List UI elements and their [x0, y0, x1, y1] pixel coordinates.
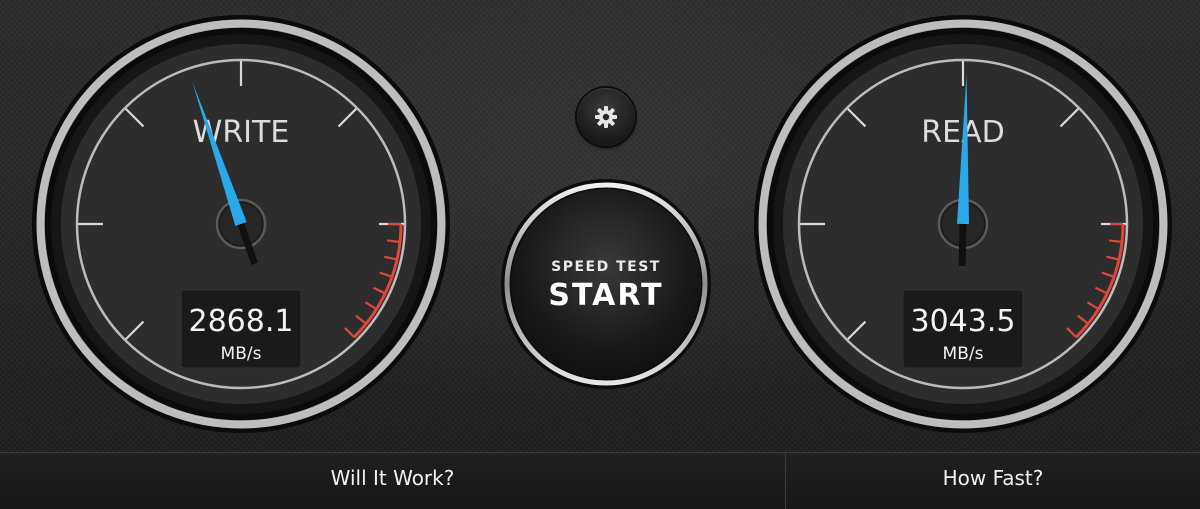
start-button[interactable]: SPEED TEST START	[499, 177, 713, 391]
read-needle-tail	[958, 223, 967, 267]
bottom-bar: Will It Work? How Fast?	[0, 452, 1200, 509]
start-button-label: START	[548, 278, 664, 313]
read-unit: MB/s	[943, 344, 984, 364]
write-unit: MB/s	[221, 344, 262, 364]
read-redline-tick	[1108, 239, 1123, 244]
write-gauge-dial: WRITE 2868.1 MB/s	[32, 15, 450, 433]
write-value: 2868.1	[189, 304, 294, 339]
settings-button[interactable]	[577, 88, 635, 146]
read-gauge-dial: READ 3043.5 MB/s	[754, 15, 1172, 433]
write-redline-tick	[386, 239, 401, 244]
gear-icon	[595, 106, 617, 128]
will-it-work-button[interactable]: Will It Work?	[0, 453, 785, 509]
read-value: 3043.5	[911, 304, 1016, 339]
start-button-subtitle: SPEED TEST	[551, 259, 661, 275]
read-gauge: READ 3043.5 MB/s	[752, 13, 1174, 435]
write-gauge: WRITE 2868.1 MB/s	[30, 13, 452, 435]
how-fast-button[interactable]: How Fast?	[786, 453, 1200, 509]
